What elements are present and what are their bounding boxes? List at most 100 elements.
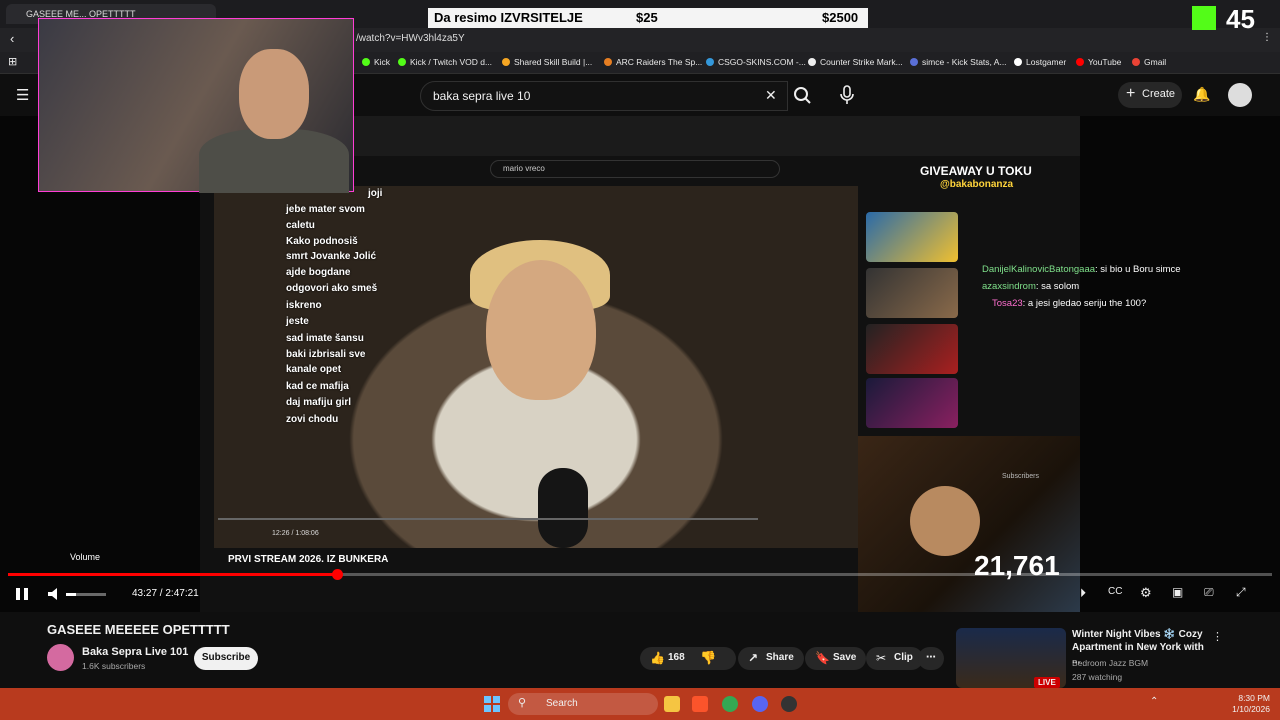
search-button[interactable] (788, 81, 818, 111)
address-url[interactable]: /watch?v=HWv3hl4za5Y (356, 33, 465, 44)
save-button[interactable]: 🔖 Save (805, 647, 867, 670)
giveaway-text: GIVEAWAY U TOKU (920, 164, 1032, 178)
facecam-face (239, 49, 309, 139)
bookmark-csgo-skins[interactable]: CSGO-SKINS.COM -... (706, 57, 806, 67)
inner-progress-bar (218, 518, 758, 520)
inner-video-thumbnail (866, 378, 958, 428)
chat-message: azaxsindrom: sa solom (982, 281, 1080, 292)
bookmark-icon (706, 58, 714, 66)
thumbs-up-icon: 👍 (650, 651, 665, 665)
inner-video-thumbnail (866, 324, 958, 374)
fullscreen-icon[interactable]: ⤢ (1236, 585, 1246, 600)
channel-name[interactable]: Baka Sepra Live 101 (82, 646, 188, 658)
subscribe-button[interactable]: Subscribe (194, 647, 258, 670)
brave-browser-icon[interactable] (692, 696, 708, 712)
like-button[interactable]: 👍 168 (640, 647, 736, 670)
settings-gear-icon[interactable]: ⚙ (1140, 585, 1152, 601)
progress-bar[interactable] (8, 569, 1272, 580)
bookmark-arc-raiders[interactable]: ARC Raiders The Sp... (604, 57, 702, 67)
tray-chevron-icon[interactable]: ⌃ (1150, 696, 1158, 707)
account-avatar[interactable] (1228, 83, 1252, 107)
streamer-facecam (38, 18, 354, 193)
chat-line: zovi chodu (286, 414, 339, 425)
chat-line: kanale opet (286, 364, 342, 375)
plus-icon: + (1126, 85, 1136, 102)
youtube-icon (1076, 58, 1084, 66)
menu-icon[interactable]: ⋮ (1262, 32, 1272, 43)
back-icon[interactable]: ‹ (10, 31, 14, 46)
bookmark-icon: 🔖 (815, 651, 830, 665)
inner-search-box: mario vreco (490, 160, 780, 178)
donation-goal: $2500 (822, 10, 859, 25)
bookmark-youtube[interactable]: YouTube (1076, 57, 1121, 67)
bookmark-gmail[interactable]: Gmail (1132, 57, 1166, 67)
volume-icon[interactable] (46, 584, 64, 604)
hamburger-menu-icon[interactable]: ☰ (16, 86, 29, 104)
dislike-icon[interactable]: 👎 (700, 650, 716, 666)
inner-video-thumbnail (866, 212, 958, 262)
discord-icon[interactable] (752, 696, 768, 712)
channel-avatar[interactable] (47, 644, 74, 671)
microphone (538, 468, 588, 548)
share-button[interactable]: ↗ Share (738, 647, 804, 670)
recommended-watching: 287 watching (1072, 672, 1123, 682)
bookmark-kick-vod[interactable]: Kick / Twitch VOD d... (398, 57, 492, 67)
notification-bell-icon[interactable]: 🔔 (1193, 86, 1210, 103)
video-menu-icon[interactable]: ⋮ (1212, 630, 1223, 643)
volume-level (66, 593, 76, 596)
search-icon (794, 87, 811, 104)
more-icon: ⋯ (926, 652, 936, 663)
bookmark-icon (604, 58, 612, 66)
chat-line: joji (368, 188, 383, 199)
progress-scrubber[interactable] (331, 569, 343, 580)
bookmark-skill-build[interactable]: Shared Skill Build |... (502, 57, 592, 67)
subscriber-count: 21,761 (974, 550, 1060, 581)
kick-icon (398, 58, 406, 66)
bookmark-counter-strike[interactable]: Counter Strike Mark... (808, 57, 903, 67)
cast-icon[interactable]: ⎚ (1204, 585, 1214, 600)
taskbar-search[interactable]: ⚲ Search (508, 693, 658, 715)
windows-start-icon[interactable] (484, 696, 500, 712)
gmail-icon (1132, 58, 1140, 66)
time-display: 43:27 / 2:47:21 (132, 588, 199, 599)
autoplay-toggle-icon[interactable]: ⏵ (1080, 586, 1086, 601)
apps-grid-icon[interactable]: ⊞ (8, 55, 17, 68)
scissors-icon: ✂ (876, 651, 887, 665)
create-button[interactable]: + Create (1118, 82, 1182, 108)
subtitles-icon[interactable]: CC (1108, 586, 1122, 597)
search-input[interactable]: baka sepra live 10 ✕ (420, 81, 788, 111)
kick-logo-icon (1192, 6, 1216, 30)
bookmark-kick-stats[interactable]: simce - Kick Stats, A... (910, 57, 1007, 67)
chrome-icon[interactable] (722, 696, 738, 712)
taskbar-clock[interactable]: 8:30 PM 1/10/2026 (1226, 693, 1270, 715)
file-explorer-icon[interactable] (664, 696, 680, 712)
chat-message: Tosa23: a jesi gledao seriju the 100? (992, 298, 1147, 309)
clip-button[interactable]: ✂ Clip (866, 647, 923, 670)
microphone-icon[interactable] (838, 85, 856, 105)
more-actions-button[interactable]: ⋯ (918, 647, 944, 670)
bookmark-lostgamer[interactable]: Lostgamer (1014, 57, 1066, 67)
chat-line: Kako podnosiš (286, 236, 358, 247)
miniplayer-icon[interactable]: ▣ (1172, 585, 1183, 599)
taskbar: ⚲ Search ⌃ 8:30 PM 1/10/2026 (0, 688, 1280, 720)
bookmark-icon (502, 58, 510, 66)
obs-icon[interactable] (781, 696, 797, 712)
bookmark-icon (808, 58, 816, 66)
pause-button[interactable] (14, 584, 30, 604)
bookmark-kick[interactable]: Kick (362, 57, 390, 67)
guest-face (910, 486, 980, 556)
share-icon: ↗ (748, 651, 759, 665)
chat-line: caletu (286, 220, 315, 231)
volume-slider[interactable] (66, 593, 106, 596)
donation-current: $25 (636, 10, 658, 25)
chat-message: DanijelKalinovicBatongaaa: si bio u Boru… (982, 264, 1181, 275)
live-badge: LIVE (1034, 677, 1060, 688)
inner-time: 12:26 / 1:08:06 (272, 530, 319, 537)
chat-line: iskreno (286, 300, 322, 311)
progress-played (8, 573, 337, 576)
bookmark-icon (910, 58, 918, 66)
search-icon: ⚲ (518, 697, 527, 709)
clear-search-icon[interactable]: ✕ (765, 87, 777, 104)
chat-line: daj mafiju girl (286, 397, 352, 408)
kick-icon (362, 58, 370, 66)
